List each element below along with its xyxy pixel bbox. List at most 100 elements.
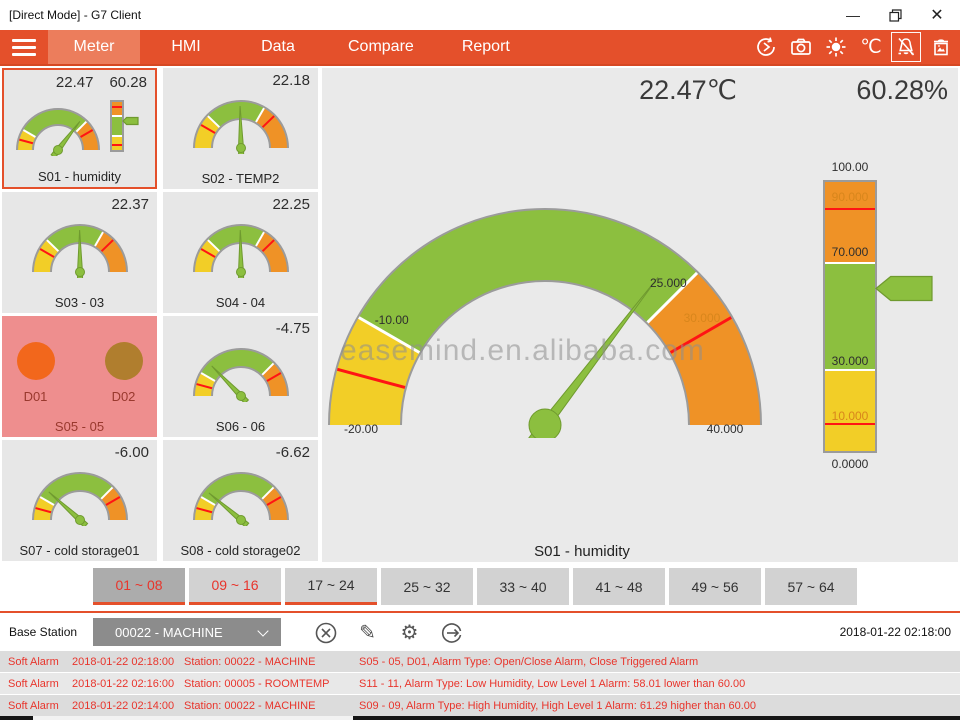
group-tab-3340[interactable]: 33 ~ 40 [477, 568, 569, 605]
gauge-dial [25, 216, 135, 278]
alarm-time: 2018-01-22 02:16:00 [72, 678, 184, 690]
meter-tile-grid: 22.4760.28 S01 - humidity 22.18S02 - TEMP2… [2, 68, 318, 561]
sync-icon[interactable] [751, 32, 781, 62]
tile-label: S06 - 06 [163, 419, 318, 434]
bar-tick-label: 70.000 [818, 245, 882, 259]
nav-tab-meter[interactable]: Meter [48, 30, 140, 64]
channel-status-icon [105, 342, 143, 380]
alarm-station: Station: 00022 - MACHINE [184, 700, 359, 712]
window-title: [Direct Mode] - G7 Client [9, 0, 141, 30]
meter-tile-s01[interactable]: 22.4760.28 S01 - humidity [2, 68, 157, 189]
tile-label: S01 - humidity [4, 169, 155, 184]
tile-value: -4.75 [163, 320, 310, 337]
tile-value-primary: 22.25 [272, 196, 310, 213]
alarm-type: Soft Alarm [8, 700, 72, 712]
nav-tab-data[interactable]: Data [232, 30, 324, 64]
cancel-icon[interactable] [312, 619, 339, 646]
channel-d02: D02 [105, 342, 143, 404]
channel-label: D01 [24, 389, 48, 404]
bar-pointer-icon [122, 116, 139, 126]
bar-tick-label: 100.00 [818, 160, 882, 174]
alarm-list: Soft Alarm2018-01-22 02:18:00Station: 00… [0, 651, 960, 717]
meter-tile-s07[interactable]: -6.00 S07 - cold storage01 [2, 440, 157, 561]
main-meter-panel: 22.47℃ 60.28% easemind.en.alibaba.com S0… [322, 68, 958, 562]
alarm-mute-icon[interactable] [891, 32, 921, 62]
digital-channels: D01 D02 [2, 342, 157, 404]
alarm-type: Soft Alarm [8, 656, 72, 668]
meter-tile-s06[interactable]: -4.75 S06 - 06 [163, 316, 318, 437]
tile-value: -6.62 [163, 444, 310, 461]
current-timestamp: 2018-01-22 02:18:00 [840, 613, 951, 651]
main-gauge-sensor-label: S01 - humidity [322, 543, 842, 560]
horizontal-scrollbar[interactable] [0, 716, 960, 720]
title-bar: [Direct Mode] - G7 Client — ✕ [0, 0, 960, 30]
nav-tabs: MeterHMIDataCompareReport [48, 30, 534, 64]
bar-tick-label: 90.000 [818, 190, 882, 204]
tile-label: S08 - cold storage02 [163, 543, 318, 558]
nav-bar: MeterHMIDataCompareReport [0, 30, 960, 66]
group-tab-0916[interactable]: 09 ~ 16 [189, 568, 281, 605]
bar-tick-label: 0.0000 [818, 457, 882, 471]
bar-tick-label: 30.000 [818, 354, 882, 368]
celsius-icon[interactable]: ℃ [856, 32, 886, 62]
alarm-message: S05 - 05, D01, Alarm Type: Open/Close Al… [359, 656, 698, 668]
meter-tile-s05[interactable]: D01 D02 S05 - 05 [2, 316, 157, 437]
alarm-row[interactable]: Soft Alarm2018-01-22 02:16:00Station: 00… [0, 673, 960, 694]
group-tab-0108[interactable]: 01 ~ 08 [93, 568, 185, 605]
tile-value: 22.25 [163, 196, 310, 213]
settings-icon[interactable]: ⚙ [396, 619, 423, 646]
tile-label: S04 - 04 [163, 295, 318, 310]
gauge-tick-label: 25.000 [650, 276, 687, 290]
alarm-row[interactable]: Soft Alarm2018-01-22 02:14:00Station: 00… [0, 695, 960, 716]
clear-image-icon[interactable] [926, 32, 956, 62]
bar-pointer-icon [875, 275, 933, 302]
channel-status-icon [17, 342, 55, 380]
minimize-icon[interactable]: — [836, 0, 870, 30]
base-station-select[interactable]: 00022 - MACHINE [93, 618, 281, 646]
tile-value-primary: 22.37 [111, 196, 149, 213]
mini-bar-gauge [110, 100, 142, 154]
close-icon[interactable]: ✕ [920, 0, 954, 30]
channel-d01: D01 [17, 342, 55, 404]
meter-tile-s02[interactable]: 22.18S02 - TEMP2 [163, 68, 318, 189]
group-tab-1724[interactable]: 17 ~ 24 [285, 568, 377, 605]
brightness-icon[interactable] [821, 32, 851, 62]
gauge-dial [10, 98, 106, 156]
meter-tile-s03[interactable]: 22.37S03 - 03 [2, 192, 157, 313]
tile-label: S07 - cold storage01 [2, 543, 157, 558]
gauge-dial [186, 340, 296, 402]
tile-value: -6.00 [2, 444, 149, 461]
alarm-row[interactable]: Soft Alarm2018-01-22 02:18:00Station: 00… [0, 651, 960, 672]
meter-tile-s04[interactable]: 22.25 S04 - 04 [163, 192, 318, 313]
gauge-tick-label: 30.000 [684, 311, 721, 325]
group-tab-4956[interactable]: 49 ~ 56 [669, 568, 761, 605]
gauge-tick-label: -10.00 [375, 313, 409, 327]
meter-tile-s08[interactable]: -6.62 S08 - cold storage02 [163, 440, 318, 561]
edit-icon[interactable]: ✎ [354, 619, 381, 646]
scrollbar-thumb[interactable] [33, 716, 353, 720]
tile-value-primary: 22.47 [56, 74, 94, 91]
meter-group-tabs: 01 ~ 0809 ~ 1617 ~ 2425 ~ 3233 ~ 4041 ~ … [93, 568, 861, 605]
gauge-tick-label: -20.00 [344, 422, 378, 436]
nav-tab-compare[interactable]: Compare [324, 30, 438, 64]
nav-tab-hmi[interactable]: HMI [140, 30, 232, 64]
nav-tab-report[interactable]: Report [438, 30, 534, 64]
tile-value-primary: -6.62 [276, 444, 310, 461]
alarm-time: 2018-01-22 02:14:00 [72, 700, 184, 712]
restore-icon[interactable] [878, 0, 912, 30]
bar-gauge [110, 100, 124, 152]
group-tab-2532[interactable]: 25 ~ 32 [381, 568, 473, 605]
tile-label: S05 - 05 [2, 419, 157, 434]
tile-value: 22.18 [163, 72, 310, 89]
gauge-dial [186, 216, 296, 278]
nav-icon-row: ℃ [751, 30, 956, 64]
menu-icon[interactable] [0, 30, 48, 64]
group-tab-5764[interactable]: 57 ~ 64 [765, 568, 857, 605]
alarm-station: Station: 00022 - MACHINE [184, 656, 359, 668]
group-tab-4148[interactable]: 41 ~ 48 [573, 568, 665, 605]
chevron-down-icon [257, 625, 268, 636]
tile-value-primary: -6.00 [115, 444, 149, 461]
export-icon[interactable] [438, 619, 465, 646]
tile-value: 22.4760.28 [4, 74, 147, 91]
camera-icon[interactable] [786, 32, 816, 62]
